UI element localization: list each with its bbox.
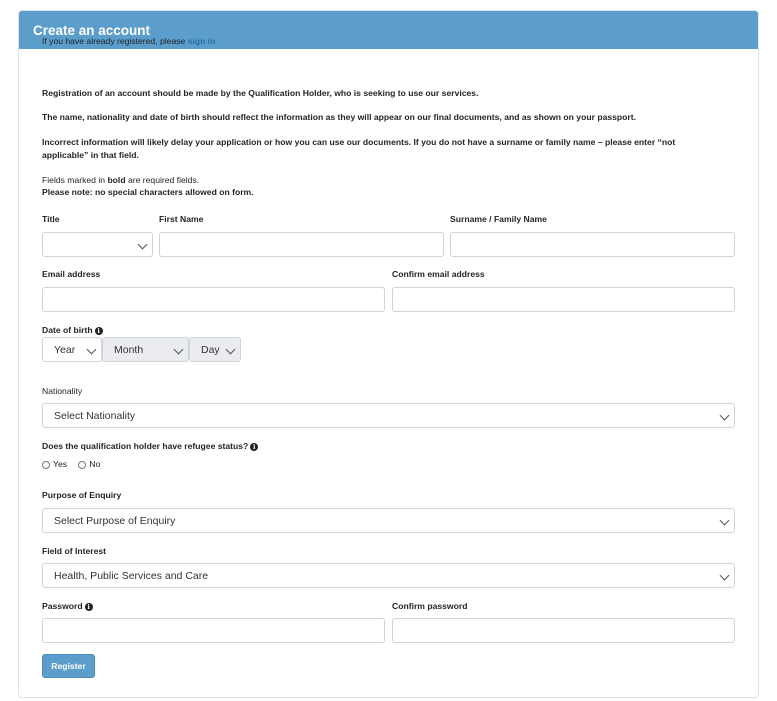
chevron-down-icon (173, 344, 184, 355)
email-input[interactable] (42, 287, 385, 312)
dob-day-select[interactable]: Day (189, 337, 241, 362)
chevron-down-icon (137, 239, 148, 250)
title-select[interactable] (42, 232, 153, 257)
password-input[interactable] (42, 618, 385, 643)
nationality-label: Nationality (42, 386, 83, 396)
refugee-radio-group: Yes No (42, 459, 100, 469)
signin-text: If you have already registered, please s… (42, 36, 216, 46)
nationality-select[interactable]: Select Nationality (42, 403, 735, 428)
info-icon[interactable]: i (84, 602, 93, 611)
confirm-password-input[interactable] (392, 618, 735, 643)
surname-label: Surname / Family Name (450, 214, 547, 224)
first-name-input[interactable] (159, 232, 444, 257)
info-icon[interactable]: i (250, 442, 259, 451)
password-label: Password i (42, 601, 93, 611)
intro-line-1: Registration of an account should be mad… (42, 88, 479, 98)
title-label: Title (42, 214, 60, 224)
dob-label: Date of birth i (42, 325, 103, 335)
chevron-down-icon (86, 344, 97, 355)
confirm-email-label: Confirm email address (392, 269, 485, 279)
info-icon[interactable]: i (94, 326, 103, 335)
email-label: Email address (42, 269, 101, 279)
refugee-no-option[interactable]: No (78, 459, 100, 469)
field-of-interest-select[interactable]: Health, Public Services and Care (42, 563, 735, 588)
surname-input[interactable] (450, 232, 735, 257)
intro-line-3: Incorrect information will likely delay … (42, 137, 676, 160)
register-button[interactable]: Register (42, 654, 95, 678)
purpose-label: Purpose of Enquiry (42, 490, 122, 500)
chevron-down-icon (719, 410, 730, 421)
confirm-email-input[interactable] (392, 287, 735, 312)
refugee-label: Does the qualification holder have refug… (42, 441, 259, 451)
dob-year-select[interactable]: Year (42, 337, 102, 362)
sign-in-link[interactable]: sign in (188, 36, 216, 46)
intro-line-2: The name, nationality and date of birth … (42, 112, 636, 122)
chevron-down-icon (719, 515, 730, 526)
refugee-yes-option[interactable]: Yes (42, 459, 67, 469)
radio-yes[interactable] (42, 460, 50, 469)
confirm-password-label: Confirm password (392, 601, 468, 611)
chevron-down-icon (719, 570, 730, 581)
dob-month-select[interactable]: Month (102, 337, 189, 362)
first-name-label: First Name (159, 214, 204, 224)
radio-no[interactable] (78, 460, 87, 469)
special-characters-note: Please note: no special characters allow… (42, 187, 254, 197)
field-of-interest-label: Field of Interest (42, 546, 106, 556)
chevron-down-icon (225, 344, 236, 355)
purpose-select[interactable]: Select Purpose of Enquiry (42, 508, 735, 533)
